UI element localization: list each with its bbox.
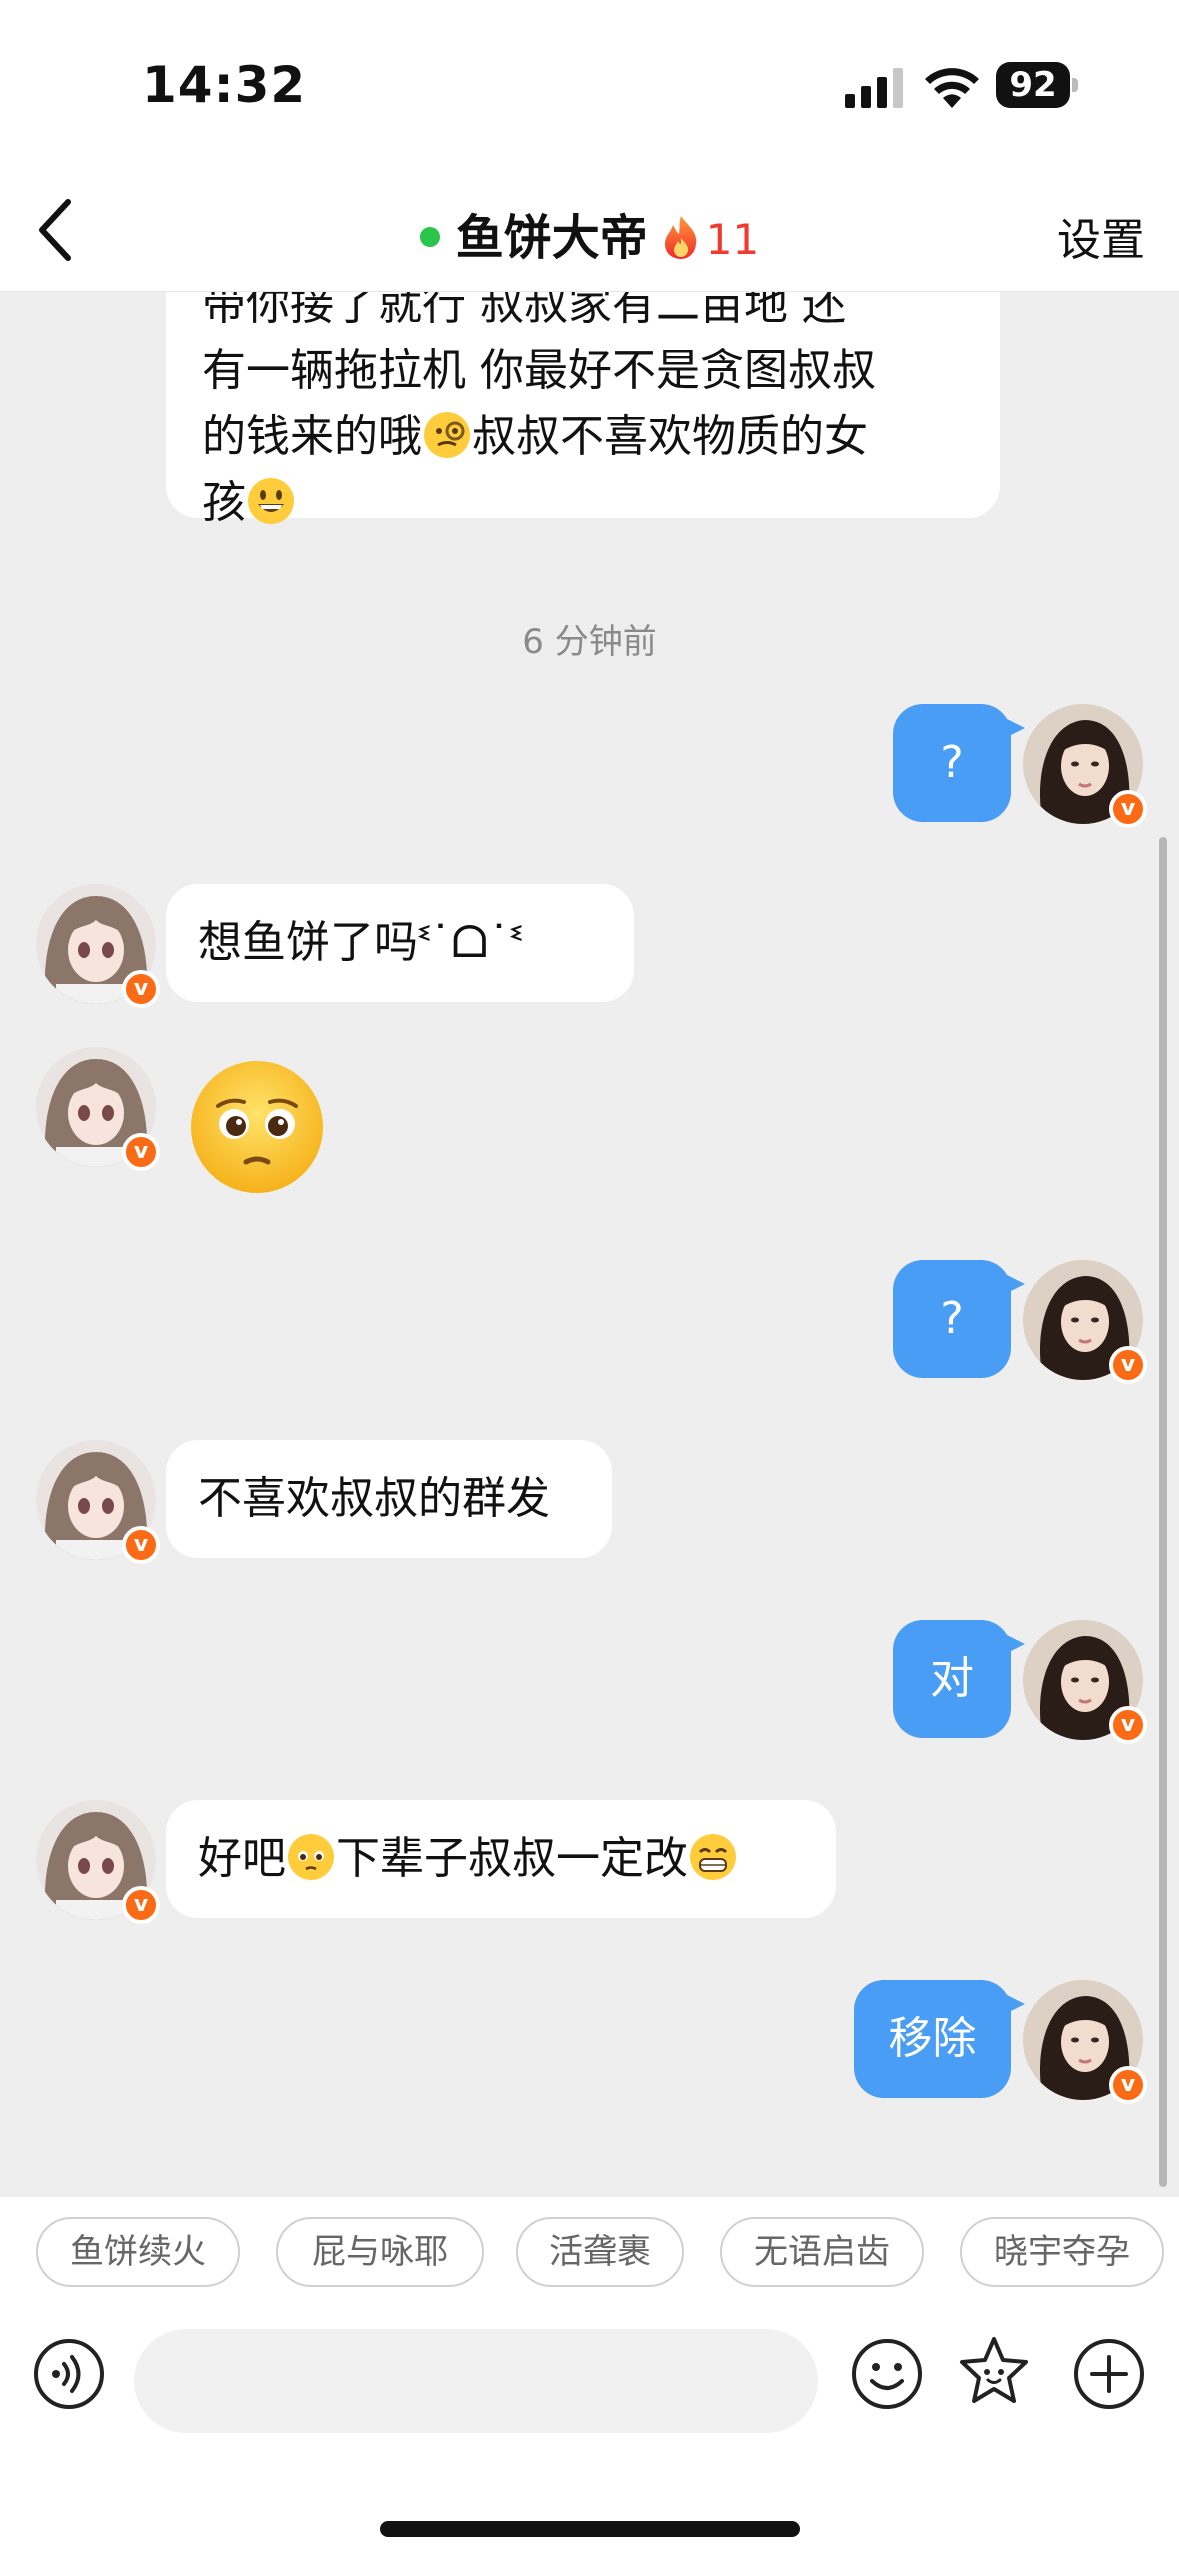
- voice-icon[interactable]: [32, 2337, 106, 2411]
- quick-reply-chip[interactable]: 屁与咏耶: [276, 2217, 484, 2287]
- scrollbar[interactable]: [1159, 837, 1167, 2187]
- verified-badge-icon: v: [1109, 2066, 1147, 2104]
- chat-title-group: 鱼饼大帝 11: [0, 198, 1179, 268]
- contact-avatar[interactable]: v: [36, 1800, 160, 1924]
- my-avatar[interactable]: v: [1023, 1260, 1147, 1384]
- battery-level: 92: [996, 62, 1070, 108]
- message-bubble-right[interactable]: ?: [893, 1260, 1025, 1378]
- monocle-face-emoji: [424, 412, 470, 458]
- message-bubble-right[interactable]: 移除: [854, 1980, 1025, 2098]
- emoji-icon[interactable]: [850, 2337, 924, 2411]
- my-avatar[interactable]: v: [1023, 1620, 1147, 1744]
- wifi-icon: [925, 68, 979, 108]
- fire-streak-icon: [664, 216, 697, 259]
- message-text: 的钱来的哦: [202, 411, 422, 462]
- message-text: 叔叔不喜欢物质的女: [472, 411, 868, 462]
- message-text-line: 的钱来的哦 叔叔不喜欢物质的女: [202, 404, 964, 470]
- verified-badge-icon: v: [122, 1526, 160, 1564]
- my-avatar[interactable]: v: [1023, 1980, 1147, 2104]
- my-avatar[interactable]: v: [1023, 704, 1147, 828]
- chat-header: 鱼饼大帝 11 设置: [0, 170, 1179, 292]
- battery-indicator: 92: [996, 62, 1080, 108]
- pleading-face-emoji: [288, 1834, 334, 1880]
- message-text: 孩: [202, 477, 246, 528]
- contact-name[interactable]: 鱼饼大帝: [456, 210, 648, 266]
- message-text: 好吧: [198, 1833, 286, 1884]
- verified-badge-icon: v: [1109, 790, 1147, 828]
- grimacing-face-emoji: [690, 1834, 736, 1880]
- cellular-signal-icon: [845, 68, 903, 108]
- message-input[interactable]: [134, 2329, 818, 2433]
- quick-reply-chip[interactable]: 鱼饼续火: [36, 2217, 240, 2287]
- verified-badge-icon: v: [122, 970, 160, 1008]
- plus-icon[interactable]: [1072, 2337, 1146, 2411]
- message-list[interactable]: 带你接了就行 叔叔家有二亩地 还 有一辆拖拉机 你最好不是贪图叔叔 的钱来的哦叔…: [0, 292, 1179, 2197]
- online-status-dot: [419, 227, 440, 247]
- grinning-face-emoji: [248, 478, 294, 524]
- message-text-line: 孩: [202, 470, 964, 536]
- sticker-icon[interactable]: [956, 2335, 1032, 2411]
- message-bubble-right[interactable]: ?: [893, 704, 1025, 822]
- message-timestamp: 6 分钟前: [522, 622, 657, 662]
- status-bar: 14:32 92: [0, 0, 1179, 170]
- message-bubble-right[interactable]: 对: [893, 1620, 1025, 1738]
- message-bubble-left[interactable]: 好吧 下辈子叔叔一定改: [166, 1800, 836, 1918]
- quick-reply-chip[interactable]: 晓宇夺孕: [960, 2217, 1164, 2287]
- status-time: 14:32: [142, 56, 307, 114]
- contact-avatar[interactable]: v: [36, 884, 160, 1008]
- message-text-line: 有一辆拖拉机 你最好不是贪图叔叔: [202, 345, 876, 396]
- home-indicator[interactable]: [380, 2521, 800, 2537]
- settings-button[interactable]: 设置: [1057, 204, 1145, 268]
- message-bubble-left[interactable]: 带你接了就行 叔叔家有二亩地 还 有一辆拖拉机 你最好不是贪图叔叔 的钱来的哦叔…: [166, 292, 1000, 528]
- input-bar: [0, 2307, 1179, 2556]
- verified-badge-icon: v: [1109, 1346, 1147, 1384]
- verified-badge-icon: v: [122, 1886, 160, 1924]
- message-bubble-left[interactable]: 不喜欢叔叔的群发: [166, 1440, 612, 1558]
- streak-count: 11: [705, 215, 760, 264]
- contact-avatar[interactable]: v: [36, 1047, 160, 1171]
- pleading-face-emoji[interactable]: [188, 1058, 326, 1196]
- quick-reply-chip[interactable]: 无语启齿: [720, 2217, 924, 2287]
- verified-badge-icon: v: [1109, 1706, 1147, 1744]
- message-bubble-left[interactable]: 想鱼饼了吗ᓫ˙ᗝ˙ᓫ: [166, 884, 634, 1002]
- verified-badge-icon: v: [122, 1133, 160, 1171]
- contact-avatar[interactable]: v: [36, 1440, 160, 1564]
- quick-reply-bar: 鱼饼续火 屁与咏耶 活聋裹 无语启齿 晓宇夺孕: [0, 2197, 1179, 2307]
- message-text-line: 带你接了就行 叔叔家有二亩地 还: [202, 292, 846, 330]
- quick-reply-chip[interactable]: 活聋裹: [516, 2217, 684, 2287]
- battery-cap: [1072, 78, 1078, 92]
- message-text: 下辈子叔叔一定改: [336, 1833, 688, 1884]
